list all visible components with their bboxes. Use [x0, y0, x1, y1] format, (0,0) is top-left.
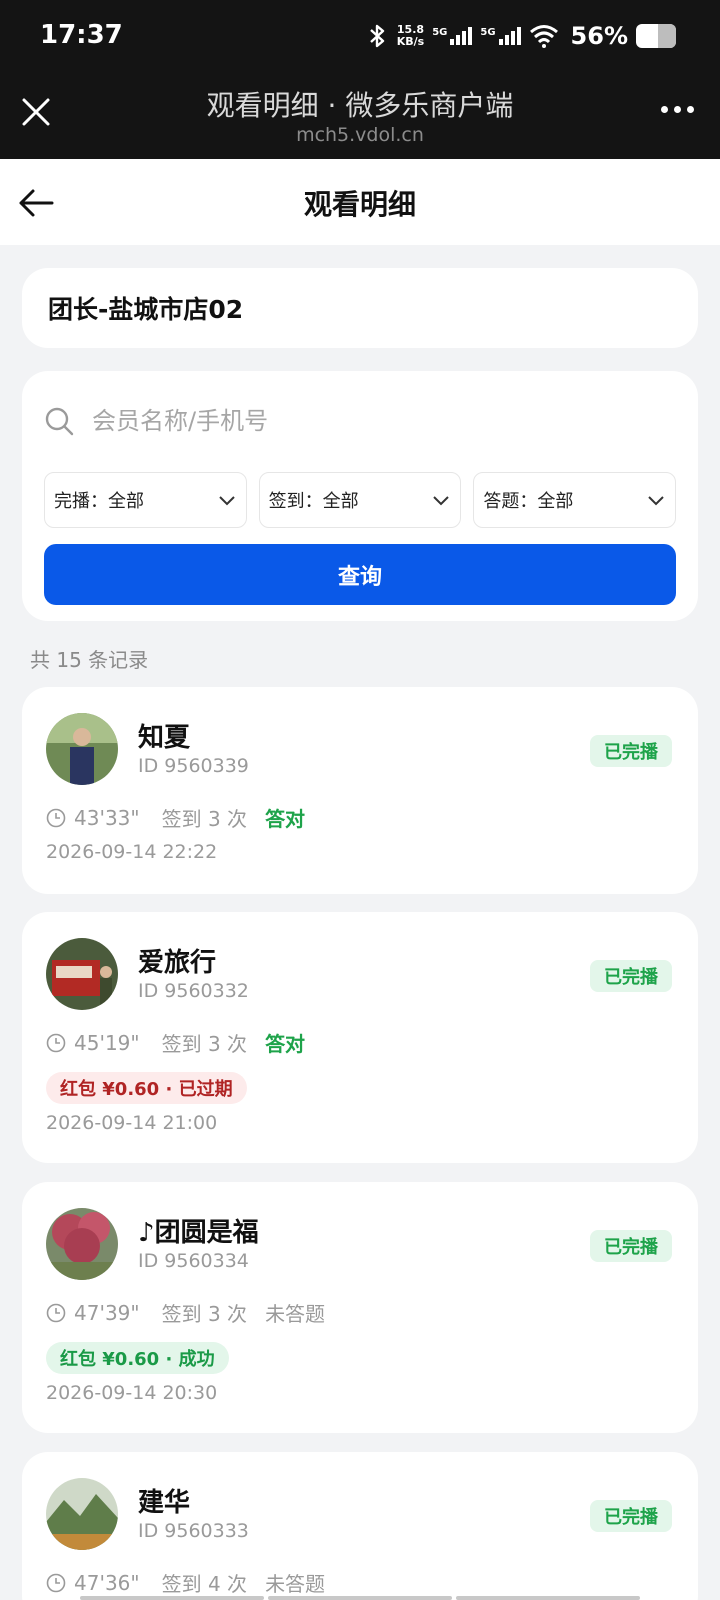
webview-domain: mch5.vdol.cn — [296, 124, 424, 146]
store-name: 团长-盐城市店02 — [48, 295, 244, 324]
status-icons: 15.8 KB/s 5G 5G 56% — [367, 22, 676, 50]
status-bar: 17:37 15.8 KB/s 5G 5G 56% — [0, 0, 720, 78]
status-time: 17:37 — [40, 20, 123, 50]
clock-icon — [46, 1033, 66, 1052]
member-id: ID 9560334 — [138, 1250, 249, 1272]
avatar — [46, 1478, 118, 1550]
bluetooth-icon — [369, 24, 384, 48]
search-bar[interactable] — [44, 399, 676, 443]
status-badge: 已完播 — [590, 1230, 672, 1262]
watch-time: 2026-09-14 21:00 — [46, 1112, 218, 1134]
wifi-icon — [529, 25, 558, 48]
member-id: ID 9560333 — [138, 1520, 249, 1542]
member-card[interactable]: 建华 ID 9560333 已完播 47'36" 签到 4 次 未答题 — [22, 1452, 698, 1600]
battery-percent: 56% — [570, 22, 628, 50]
member-meta: 47'39" 签到 3 次 未答题 — [46, 1298, 325, 1327]
member-card[interactable]: 知夏 ID 9560339 已完播 43'33" 签到 3 次 答对 2026-… — [22, 687, 698, 894]
sign-count: 签到 4 次 — [161, 1572, 248, 1596]
member-id: ID 9560332 — [138, 980, 249, 1002]
battery-icon — [636, 24, 676, 48]
search-input[interactable] — [92, 407, 676, 435]
avatar — [46, 1208, 118, 1280]
clock-icon — [46, 1303, 66, 1322]
member-meta: 43'33" 签到 3 次 答对 — [46, 803, 305, 832]
member-meta: 45'19" 签到 3 次 答对 — [46, 1028, 305, 1057]
watch-duration: 43'33" — [74, 805, 140, 830]
filter-complete-select[interactable]: 完播：全部 — [44, 472, 247, 528]
status-badge: 已完播 — [590, 960, 672, 992]
webview-title: 观看明细 · 微多乐商户端 — [206, 89, 514, 122]
record-count: 共 15 条记录 — [30, 648, 149, 672]
page-title: 观看明细 — [303, 188, 416, 221]
avatar — [46, 938, 118, 1010]
member-card[interactable]: 爱旅行 ID 9560332 已完播 45'19" 签到 3 次 答对 红包 ¥… — [22, 912, 698, 1163]
member-name: 知夏 — [138, 723, 191, 753]
sign-count: 签到 3 次 — [161, 1302, 248, 1326]
chevron-down-icon — [218, 496, 235, 506]
clock-icon — [46, 1573, 66, 1592]
chevron-down-icon — [648, 496, 664, 506]
search-icon — [45, 407, 74, 436]
answer-status: 答对 — [265, 807, 306, 831]
query-button[interactable]: 查询 — [44, 544, 676, 605]
avatar — [46, 713, 118, 785]
member-name: 爱旅行 — [138, 948, 217, 978]
answer-status: 未答题 — [265, 1572, 326, 1596]
filter-sign-select[interactable]: 签到：全部 — [258, 472, 462, 528]
signal-5g-1-icon: 5G — [432, 27, 473, 45]
more-icon[interactable] — [661, 106, 694, 113]
signal-5g-2-icon: 5G — [480, 27, 521, 45]
member-card[interactable]: ♪团圆是福 ID 9560334 已完播 47'39" 签到 3 次 未答题 红… — [22, 1182, 698, 1433]
sign-count: 签到 3 次 — [161, 1032, 248, 1056]
filter-selects: 完播：全部 签到：全部 答题：全部 — [44, 472, 677, 528]
filter-answer-select[interactable]: 答题：全部 — [473, 472, 677, 528]
answer-status: 未答题 — [265, 1302, 326, 1326]
page-navbar: 观看明细 — [0, 159, 720, 245]
member-meta: 47'36" 签到 4 次 未答题 — [46, 1568, 325, 1597]
watch-time: 2026-09-14 22:22 — [46, 841, 218, 863]
watch-duration: 47'36" — [74, 1570, 140, 1595]
member-name: 建华 — [138, 1488, 191, 1518]
store-card: 团长-盐城市店02 — [22, 268, 698, 348]
scroll-indicator — [80, 1596, 640, 1600]
filter-card: 完播：全部 签到：全部 答题：全部 查询 — [22, 371, 698, 621]
watch-duration: 47'39" — [74, 1300, 140, 1325]
watch-duration: 45'19" — [74, 1030, 140, 1055]
webview-header: 观看明细 · 微多乐商户端 mch5.vdol.cn — [0, 78, 720, 159]
watch-time: 2026-09-14 20:30 — [46, 1382, 218, 1404]
red-packet-badge: 红包 ¥0.60 · 成功 — [46, 1342, 229, 1374]
net-speed: 15.8 KB/s — [396, 23, 425, 48]
clock-icon — [46, 808, 66, 827]
red-packet-badge: 红包 ¥0.60 · 已过期 — [46, 1072, 247, 1104]
member-id: ID 9560339 — [138, 755, 249, 777]
status-badge: 已完播 — [590, 1500, 672, 1532]
sign-count: 签到 3 次 — [161, 807, 248, 831]
chevron-down-icon — [433, 496, 450, 506]
answer-status: 答对 — [265, 1032, 306, 1056]
member-name: ♪团圆是福 — [138, 1218, 259, 1248]
status-badge: 已完播 — [590, 735, 672, 767]
